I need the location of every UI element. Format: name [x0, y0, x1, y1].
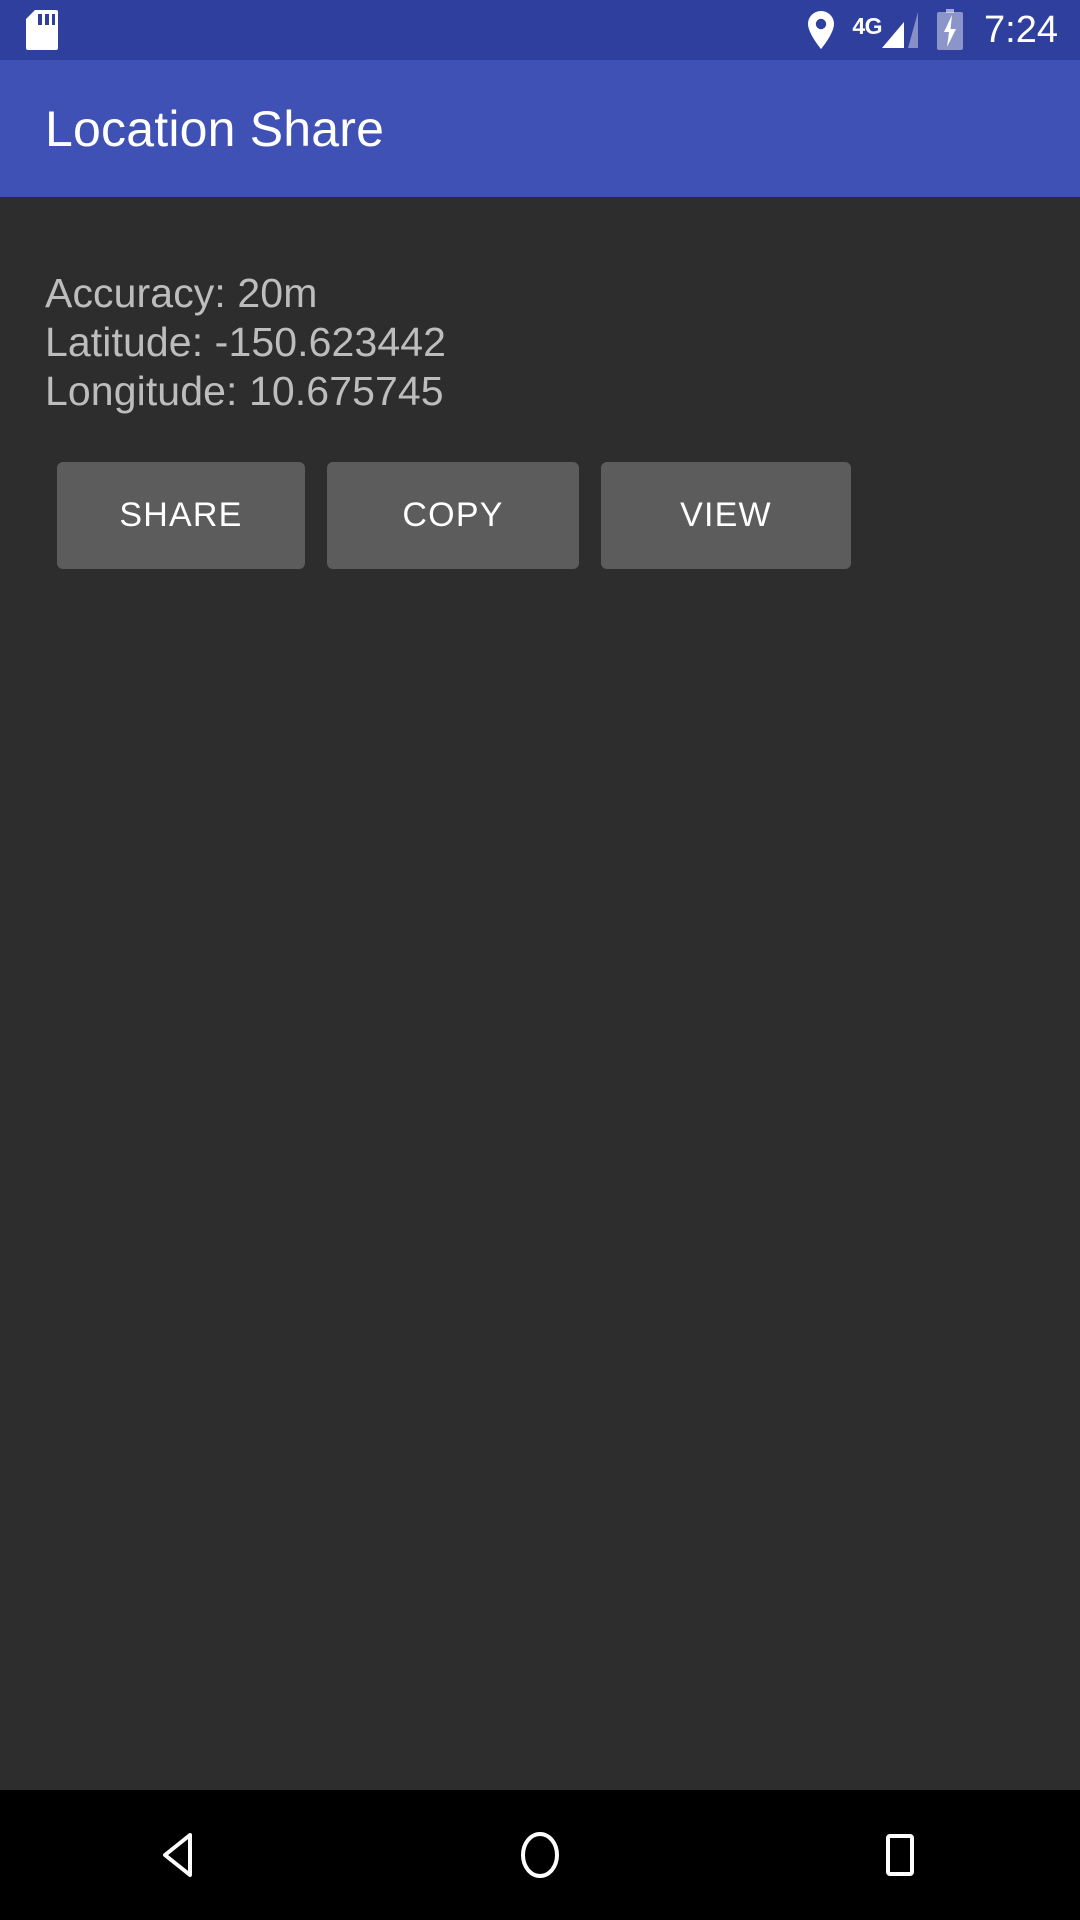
app-bar: Location Share	[0, 60, 1080, 197]
navigation-bar	[0, 1790, 1080, 1920]
recents-square-icon	[872, 1827, 928, 1883]
copy-button[interactable]: COPY	[327, 462, 579, 569]
back-triangle-icon	[152, 1827, 208, 1883]
main-content: Accuracy: 20m Latitude: -150.623442 Long…	[0, 197, 1080, 1790]
phone-screen: 4G 7:24 Location Share Accuracy: 20m Lat…	[0, 0, 1080, 1920]
location-info-block: Accuracy: 20m Latitude: -150.623442 Long…	[0, 197, 1080, 416]
nav-home-button[interactable]	[465, 1790, 615, 1920]
location-pin-icon	[806, 10, 836, 50]
home-circle-icon	[512, 1827, 568, 1883]
sd-card-icon	[26, 10, 58, 50]
page-title: Location Share	[45, 100, 385, 157]
share-button[interactable]: SHARE	[57, 462, 305, 569]
status-bar: 4G 7:24	[0, 0, 1080, 60]
battery-charging-icon	[936, 9, 964, 51]
network-type-label: 4G	[852, 13, 883, 39]
signal-bars-icon	[882, 10, 920, 50]
status-bar-clock: 7:24	[984, 9, 1058, 51]
nav-recents-button[interactable]	[825, 1790, 975, 1920]
nav-back-button[interactable]	[105, 1790, 255, 1920]
status-bar-right: 4G 7:24	[806, 9, 1080, 51]
view-button[interactable]: VIEW	[601, 462, 851, 569]
longitude-text: Longitude: 10.675745	[45, 368, 444, 414]
status-bar-left	[0, 10, 58, 50]
latitude-text: Latitude: -150.623442	[45, 319, 447, 365]
network-signal-group: 4G	[852, 10, 920, 50]
accuracy-text: Accuracy: 20m	[45, 270, 318, 316]
action-button-row: SHARE COPY VIEW	[0, 416, 1080, 569]
